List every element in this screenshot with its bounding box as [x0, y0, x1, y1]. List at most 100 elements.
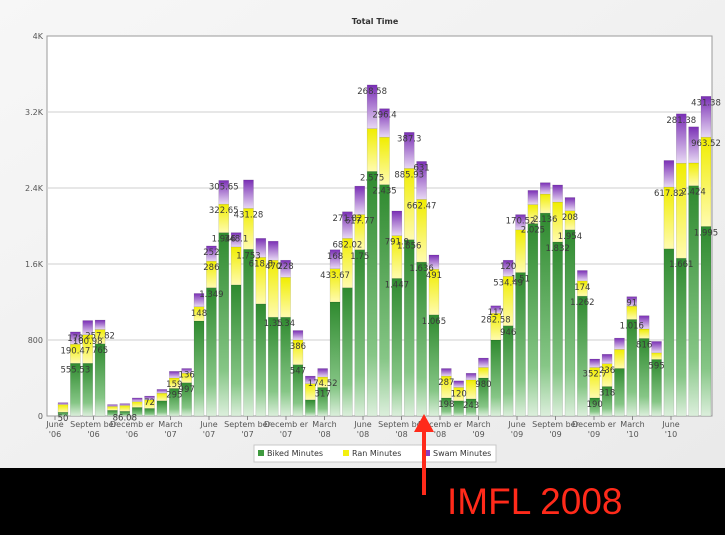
data-label: 317	[315, 390, 331, 400]
bar-segment-biked	[342, 287, 353, 417]
bar-segment-swam	[651, 341, 662, 354]
legend-swatch-biked	[258, 450, 264, 456]
data-label: 2.424	[681, 188, 705, 198]
data-label: 236	[599, 366, 615, 376]
data-label: 387.3	[397, 134, 421, 144]
bar-segment-biked	[577, 295, 588, 417]
data-label: 348.1	[224, 235, 248, 245]
bar-segment-swam	[527, 190, 539, 205]
x-tick-label: June '08	[353, 420, 372, 439]
bar-segment-ran	[366, 128, 378, 172]
data-label: 2.435	[372, 187, 396, 197]
bar-segment-ran	[478, 367, 489, 379]
x-tick-label: June '09	[507, 420, 526, 439]
chart-title: Total Time	[352, 17, 399, 26]
bar-segment-biked	[218, 232, 229, 417]
data-label: 431.38	[691, 98, 721, 108]
y-tick-label: 0	[38, 412, 43, 421]
data-label: 946	[500, 328, 516, 338]
data-label: 1.995	[694, 228, 718, 238]
bar-segment-ran	[515, 229, 526, 273]
data-label: 386	[290, 342, 306, 352]
x-tick-label: June '06	[45, 420, 64, 439]
data-label: 208	[562, 213, 578, 223]
bar-segment-swam	[453, 380, 464, 388]
bar-segment-biked	[144, 408, 155, 417]
data-label: 198	[438, 400, 454, 410]
data-label: 1.34	[276, 319, 295, 329]
data-label: 2.136	[533, 215, 557, 225]
bar-segment-ran	[131, 401, 143, 408]
data-label: 1.262	[570, 298, 594, 308]
data-label: 2.025	[521, 226, 545, 236]
bar-segment-ran	[614, 349, 625, 369]
data-label: 174	[574, 283, 590, 293]
bar-segment-biked	[243, 249, 254, 417]
data-label: 963.52	[691, 139, 721, 149]
bar-segment-biked	[663, 248, 675, 417]
bar-segment-swam	[267, 240, 279, 261]
bar-segment-biked	[688, 185, 699, 417]
data-label: 1.065	[422, 317, 446, 327]
x-tick-label: June '07	[199, 420, 218, 439]
data-label: 1.75	[350, 252, 369, 262]
bar-segment-biked	[626, 319, 638, 417]
bar-segment-biked	[515, 272, 526, 417]
bar-segment-biked	[676, 257, 687, 417]
data-label: 980	[475, 380, 491, 390]
y-tick-label: 2.4K	[25, 184, 44, 193]
data-label: 1.51	[511, 275, 530, 285]
y-tick-label: 1.6K	[25, 260, 44, 269]
bar-segment-swam	[614, 337, 625, 350]
bar-segment-swam	[354, 185, 366, 215]
x-tick-label: June '10	[661, 420, 680, 439]
data-label: 433.67	[320, 271, 350, 281]
data-label: 72	[144, 398, 155, 408]
data-label: 816	[636, 340, 652, 350]
bar-segment-swam	[57, 402, 69, 405]
data-label: 190.47	[60, 346, 90, 356]
bar-segment-swam	[441, 368, 452, 377]
data-label: 91	[626, 299, 637, 309]
data-label: 257.82	[85, 332, 115, 342]
data-label: 148	[191, 309, 207, 319]
bar-segment-biked	[614, 368, 625, 417]
data-label: 117	[488, 308, 504, 318]
bar-segment-swam	[292, 330, 304, 341]
bar-segment-biked	[416, 261, 427, 417]
data-label: 997	[179, 385, 195, 395]
bar-segment-biked	[193, 320, 205, 417]
data-label: 1.447	[385, 280, 409, 290]
data-label: 1.349	[199, 290, 223, 300]
bar-segment-biked	[206, 287, 217, 417]
bar-segment-biked	[156, 400, 168, 417]
data-label: 765	[92, 346, 108, 356]
data-label: 190	[587, 400, 603, 410]
bar-segment-biked	[305, 399, 316, 417]
bar-segment-ran	[688, 162, 699, 186]
bar-segment-ran	[676, 162, 687, 259]
bar-segment-biked	[552, 241, 563, 417]
bar-segment-ran	[57, 404, 69, 413]
bar-segment-biked	[391, 278, 403, 417]
data-label: 268.58	[357, 87, 387, 97]
legend: Biked Minutes Ran Minutes Swam Minutes	[253, 444, 497, 463]
bar-segment-swam	[94, 319, 106, 330]
bar-segment-swam	[465, 373, 477, 381]
data-label: 136	[179, 371, 195, 381]
data-label: 174.52	[308, 379, 338, 389]
data-label: 491	[426, 271, 442, 281]
data-label: 120	[451, 390, 467, 400]
data-label: 120	[500, 262, 516, 272]
bar-segment-biked	[502, 325, 514, 417]
bar-segment-biked	[700, 226, 712, 417]
data-label: 1.661	[669, 260, 693, 270]
bar-segment-biked	[329, 301, 341, 417]
data-label: 281.38	[666, 116, 696, 126]
bar-segment-swam	[107, 404, 118, 407]
bar-segment-ran	[107, 406, 118, 411]
bar-segment-ran	[700, 136, 712, 227]
data-label: 547	[290, 367, 306, 377]
data-label: 555.53	[60, 365, 90, 375]
bar-segment-biked	[490, 339, 502, 417]
